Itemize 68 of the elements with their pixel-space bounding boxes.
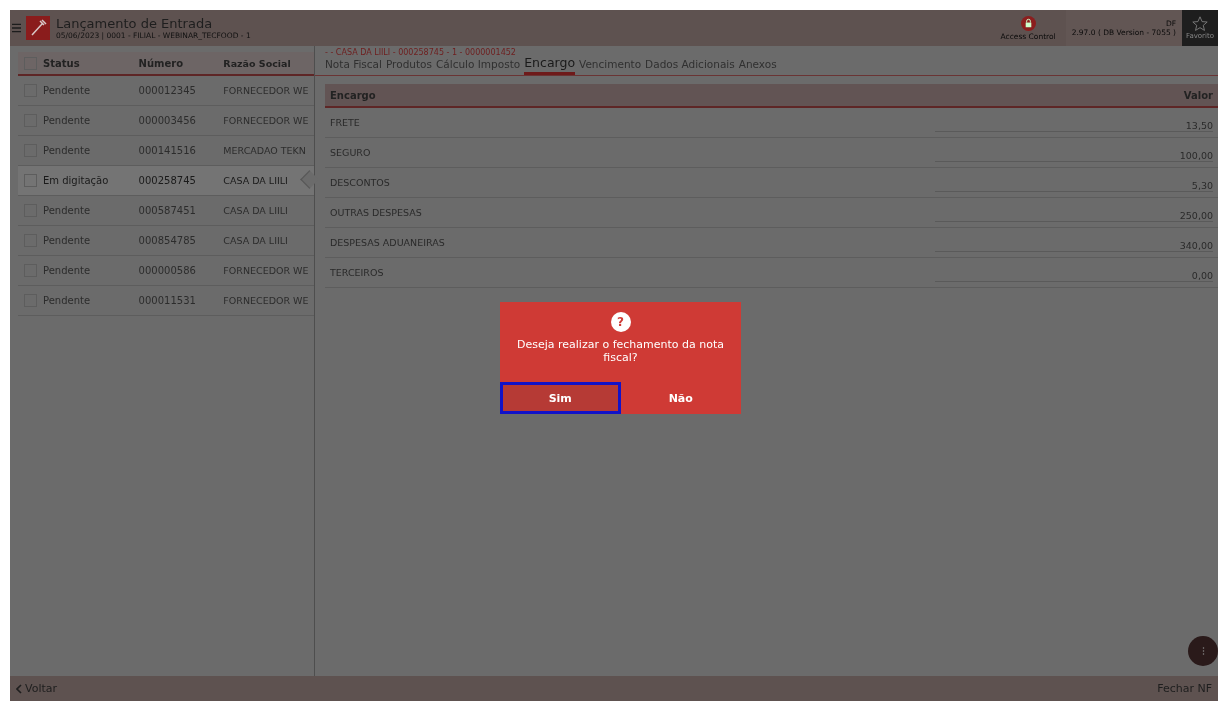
charge-name-cell: SEGURO [330, 147, 371, 158]
company-cell-text: CASA DA LIILI [223, 205, 289, 216]
number-cell-text: 000854785 [138, 235, 197, 246]
number-cell-text: 000000586 [138, 265, 197, 276]
charge-name-cell: DESCONTOS [330, 177, 390, 188]
tab[interactable]: Vencimento [579, 58, 642, 75]
value-input-field[interactable]: 13,50 [935, 113, 1213, 132]
breadcrumb: - - CASA DA LIILI - 000258745 - 1 - 0000001452 [325, 48, 517, 57]
lock-icon [1020, 15, 1036, 31]
value-input-field[interactable]: 250,00 [935, 203, 1213, 222]
invoice-row[interactable]: Pendente 000003456 FORNECEDOR WE [18, 106, 314, 136]
star-icon [1192, 16, 1208, 32]
tab[interactable]: Produtos [385, 58, 432, 75]
status-cell-text: Pendente [42, 265, 92, 276]
status-cell-text: Pendente [42, 85, 92, 96]
column-header[interactable]: Razão Social [223, 57, 314, 69]
company-cell-text: MERCADAO TEKN [223, 145, 307, 156]
number-cell-text: 000141516 [138, 145, 197, 156]
column-header: Valor [1183, 89, 1213, 101]
charge-name-cell: OUTRAS DESPESAS [330, 207, 422, 218]
tab[interactable]: Nota Fiscal [325, 58, 382, 75]
invoice-row[interactable]: Pendente 000012345 FORNECEDOR WE [18, 76, 314, 106]
tab[interactable]: Dados Adicionais [645, 58, 735, 75]
company-cell-text: CASA DA LIILI [223, 175, 289, 186]
number-cell-text: 000587451 [138, 205, 197, 216]
company-cell-text: FORNECEDOR WE [223, 115, 310, 126]
company-cell-text: FORNECEDOR WE [223, 265, 310, 276]
charge-name-cell: DESPESAS ADUANEIRAS [330, 237, 445, 248]
menu-icon[interactable] [12, 22, 21, 34]
value-input-field[interactable]: 340,00 [935, 233, 1213, 252]
more-options-button[interactable] [1188, 636, 1218, 666]
dialog-message: Deseja realizar o fechamento da nota fiscal? [515, 338, 726, 364]
company-cell-text: FORNECEDOR WE [223, 85, 310, 96]
status-cell-text: Pendente [42, 295, 92, 306]
value-input-field[interactable]: 0,00 [935, 263, 1213, 282]
column-header[interactable]: Número [138, 57, 224, 69]
column-header: Encargo [330, 89, 376, 101]
status-cell-text: Pendente [42, 205, 92, 216]
company-cell-text: CASA DA LIILI [223, 235, 289, 246]
dialog-button[interactable]: Sim [500, 382, 621, 414]
dialog-button[interactable]: Não [620, 382, 741, 414]
number-cell-text: 000258745 [138, 175, 197, 186]
status-cell-text: Pendente [42, 115, 92, 126]
tab[interactable]: Cálculo Imposto [435, 58, 521, 75]
chevron-left-icon [16, 683, 22, 694]
page-title: Lançamento de Entrada [56, 16, 214, 31]
number-cell-text: 000003456 [138, 115, 197, 126]
invoice-row[interactable]: Pendente 000011531 FORNECEDOR WE [18, 286, 314, 316]
invoice-row[interactable]: Pendente 000854785 CASA DA LIILI [18, 226, 314, 256]
number-cell-text: 000012345 [138, 85, 197, 96]
status-cell-text: Em digitação [42, 175, 110, 186]
vertical-dots-icon [1201, 646, 1205, 656]
column-header[interactable]: Status [37, 57, 139, 69]
number-cell-text: 000011531 [138, 295, 197, 306]
charge-name-cell: FRETE [330, 117, 360, 128]
back-button[interactable]: Voltar [10, 682, 64, 695]
tab[interactable]: Encargo [524, 55, 576, 75]
close-invoice-button[interactable]: Fechar NF [1151, 682, 1218, 695]
invoice-row[interactable]: Pendente 000587451 CASA DA LIILI [18, 196, 314, 226]
tab[interactable]: Anexos [738, 58, 777, 75]
company-cell-text: FORNECEDOR WE [223, 295, 310, 306]
invoice-row[interactable]: Pendente 000000586 FORNECEDOR WE [18, 256, 314, 286]
status-cell-text: Pendente [42, 235, 92, 246]
question-icon: ? [610, 312, 631, 332]
value-input-field[interactable]: 100,00 [935, 143, 1213, 162]
status-cell-text: Pendente [42, 145, 92, 156]
charge-name-cell: TERCEIROS [330, 267, 384, 278]
value-input-field[interactable]: 5,30 [935, 173, 1213, 192]
